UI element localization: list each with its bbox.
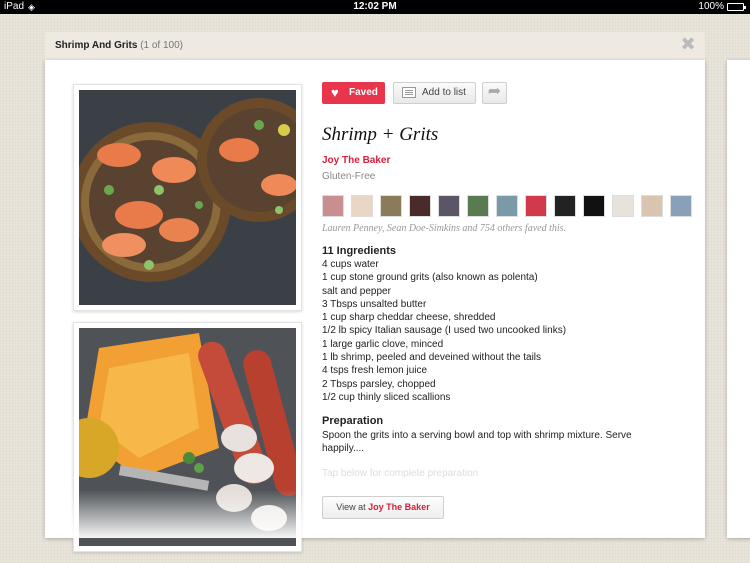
add-to-list-button[interactable]: Add to list [393,82,476,104]
view-prefix: View at [336,502,366,512]
recipe-header-title: Shrimp And Grits [55,40,138,51]
ingredients-list: 4 cups water 1 cup stone ground grits (al… [322,258,566,404]
recipe-count: (1 of 100) [140,40,184,51]
faved-button[interactable]: ♥ Faved [322,82,385,104]
avatar[interactable] [496,195,518,217]
card-title: Shrimp And Grits (1 of 100) [55,40,183,51]
ingredient-item: 4 cups water [322,259,379,270]
ingredient-item: 1/2 lb spicy Italian sausage (I used two… [322,325,567,337]
avatar[interactable] [322,195,344,217]
ingredient-item: 1/2 cup thinly sliced scallions [322,391,451,403]
diet-tag: Gluten-Free [322,171,376,182]
recipe-card: ♥ Faved Add to list ➦ Shrimp + Grits Joy… [45,60,705,552]
ingredient-item: 3 Tbsps unsalted butter [322,298,427,310]
preparation-heading: Preparation [322,415,384,427]
ingredient-item: 1 cup stone ground grits (also known as … [322,272,538,284]
status-bar: iPad ◈ 12:02 PM 100% [0,0,750,14]
list-icon [402,87,416,98]
bowls-image [79,90,296,305]
faved-by-text: Lauren Penney, Sean Doe-Simkins and 754 … [322,223,567,234]
recipe-photo-ingredients[interactable] [73,322,302,552]
source-link[interactable]: Joy The Baker [322,155,390,166]
avatar[interactable] [467,195,489,217]
ingredient-item: 1 large garlic clove, minced [322,338,444,350]
avatar[interactable] [670,195,692,217]
tap-below-hint: Tap below for complete preparation [322,468,479,479]
avatar[interactable] [351,195,373,217]
avatar[interactable] [612,195,634,217]
view-source-name: Joy The Baker [368,502,430,512]
close-icon[interactable]: ✖ [679,35,697,53]
faved-avatars [322,195,692,219]
recipe-details: ♥ Faved Add to list ➦ Shrimp + Grits Joy… [322,60,692,538]
avatar[interactable] [583,195,605,217]
recipe-title: Shrimp + Grits [322,124,439,145]
add-to-list-label: Add to list [422,87,466,98]
ingredient-item: 1 lb shrimp, peeled and deveined without… [322,352,542,364]
preparation-text: Spoon the grits into a serving bowl and … [322,430,632,454]
ingredient-item: 2 Tbsps parsley, chopped [322,378,436,390]
ingredient-item: 4 tsps fresh lemon juice [322,365,428,377]
ingredient-item: 1 cup sharp cheddar cheese, shredded [322,312,496,324]
battery-percent: 100% [698,1,724,12]
avatar[interactable] [409,195,431,217]
ingredients-heading: 11 Ingredients [322,245,396,257]
avatar[interactable] [641,195,663,217]
battery-icon [727,3,746,11]
heart-icon: ♥ [331,85,339,100]
ingredient-item: salt and pepper [322,285,391,297]
card-header: Shrimp And Grits (1 of 100) ✖ [45,32,705,60]
share-arrow-icon: ➦ [487,83,502,100]
view-at-source-button[interactable]: View at Joy The Baker [322,496,444,519]
clock: 12:02 PM [353,1,397,12]
share-button[interactable]: ➦ [482,82,507,104]
avatar[interactable] [380,195,402,217]
faved-label: Faved [349,87,378,98]
recipe-photo-bowls[interactable] [73,84,302,311]
avatar[interactable] [525,195,547,217]
avatar[interactable] [554,195,576,217]
ingredients-image [79,328,296,546]
next-card-peek[interactable] [727,60,750,538]
avatar[interactable] [438,195,460,217]
